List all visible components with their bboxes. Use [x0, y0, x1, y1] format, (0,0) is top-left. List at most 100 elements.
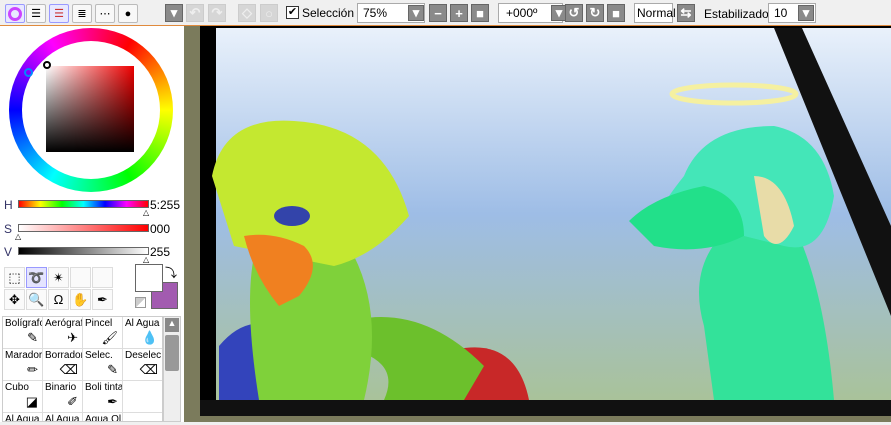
saturation-value: 000 — [150, 222, 171, 236]
value-slider-handle[interactable]: △ — [143, 255, 149, 264]
rgb-slider-tab[interactable]: ☰ — [26, 4, 46, 23]
move-tool[interactable]: ✥ — [4, 289, 25, 310]
brush-label: Bolígrafo — [5, 318, 43, 329]
brush-grid: Bolígrafo✎Aerógrafo✈Pincel🖌Al Agua💧Marad… — [2, 316, 163, 422]
brush-label: Pincel — [85, 318, 113, 329]
eraser-icon: ⌫ — [59, 362, 78, 377]
rotation-reset-button[interactable]: ■ — [607, 4, 625, 22]
select-pen-icon: ✎ — [107, 362, 118, 377]
brush-label: Al Agua — [125, 318, 160, 329]
brush-item[interactable]: Selec. ✎ — [83, 349, 123, 381]
brush-item[interactable]: Marador ✏ — [3, 349, 43, 381]
ink-pen-icon: ✒ — [107, 394, 118, 409]
brush-label: Borrador — [45, 350, 83, 361]
saturation-slider-handle[interactable]: △ — [15, 232, 21, 241]
brush-item[interactable]: Al Agua — [43, 413, 83, 422]
brush-item[interactable]: Al Agua — [3, 413, 43, 422]
brush-label: Deselec. — [125, 350, 163, 361]
brush-item[interactable]: Deselec. ⌫ — [123, 349, 163, 381]
undo-button[interactable]: ↶ — [186, 4, 204, 22]
brush-item[interactable]: Bolígrafo ✎ — [3, 317, 43, 349]
brush-label: Al Agua — [5, 414, 40, 422]
binary-pen-icon: ✐ — [67, 394, 78, 409]
brush-item[interactable]: Boli tinta ✒ — [83, 381, 123, 413]
eyedropper-tool[interactable]: ✒ — [92, 289, 113, 310]
zoom-in-button[interactable]: + — [450, 4, 468, 22]
brush-label: Boli tinta — [85, 382, 123, 393]
selection-label: Selección — [302, 6, 355, 20]
zoom-out-button[interactable]: − — [429, 4, 447, 22]
brush-label: Selec. — [85, 350, 113, 361]
artwork-canvas[interactable] — [184, 26, 891, 422]
scratchpad-tab[interactable]: ● — [118, 4, 138, 23]
brush-scrollbar[interactable]: ▲ — [163, 316, 181, 422]
scroll-up-button[interactable]: ▲ — [165, 318, 179, 332]
lasso-tool[interactable]: ➰ — [26, 267, 47, 288]
hsv-slider-tab[interactable]: ☰ — [49, 4, 69, 23]
hue-cursor[interactable] — [24, 68, 33, 77]
saturation-slider[interactable] — [18, 224, 149, 232]
sv-cursor[interactable] — [43, 61, 51, 69]
zoom-dropdown-icon[interactable]: ▾ — [408, 5, 424, 21]
transparent-color-icon[interactable] — [135, 297, 146, 308]
canvas-area[interactable] — [184, 26, 891, 422]
rotate-left-button[interactable]: ↺ — [565, 4, 583, 22]
saturation-value-square[interactable] — [46, 66, 134, 152]
brush-label: Binario — [45, 382, 77, 393]
bucket-icon: ◪ — [25, 394, 38, 409]
brush-item[interactable]: Pincel 🖌 — [83, 317, 123, 349]
rotate-tool[interactable]: Ω — [48, 289, 69, 310]
brush-label: Al Agua — [45, 414, 80, 422]
zoom-reset-button[interactable]: ■ — [471, 4, 489, 22]
hue-slider-handle[interactable]: △ — [143, 208, 149, 217]
flip-horizontal-button[interactable]: ⇆ — [677, 4, 695, 22]
h-label: H — [4, 198, 13, 212]
primary-color-swatch[interactable] — [135, 264, 163, 292]
brush-item[interactable]: Borrador ⌫ — [43, 349, 83, 381]
v-label: V — [4, 245, 13, 259]
hue-value: 5:255 — [150, 198, 181, 212]
brush-label: Cubo — [5, 382, 29, 393]
magic-wand-tool[interactable]: ✴ — [48, 267, 69, 288]
rect-select-tool[interactable]: ⬚ — [4, 267, 25, 288]
toolbar: ☰ ☰ ≣ ⋯ ● ▾ ↶ ↷ ◇ ○ ✔ Selección 75% ▾ − … — [0, 0, 891, 26]
redo-button[interactable]: ↷ — [208, 4, 226, 22]
brush-item[interactable]: Al Agua 💧 — [123, 317, 162, 349]
brush-item[interactable]: Binario ✐ — [43, 381, 83, 413]
color-wheel-tab[interactable] — [5, 4, 25, 23]
swatch-tab[interactable]: ≣ — [72, 4, 92, 23]
brush-item[interactable]: Aerógrafo✈ — [43, 317, 83, 349]
stabilizer-label: Estabilizador — [704, 7, 773, 21]
stabilizer-dropdown-icon[interactable]: ▾ — [798, 5, 814, 21]
brush-item — [123, 381, 162, 413]
marker-icon: ✏ — [27, 362, 38, 377]
clear-selection-button[interactable]: ◇ — [238, 4, 256, 22]
hand-tool[interactable]: ✋ — [70, 289, 91, 310]
value-slider[interactable] — [18, 247, 149, 255]
empty-tool-slot — [70, 267, 91, 288]
swap-colors-icon[interactable]: ⤵ — [165, 264, 177, 281]
brush-label: Marador — [5, 350, 43, 361]
airbrush-icon: ✈ — [67, 330, 78, 345]
empty-tool-slot — [92, 267, 113, 288]
brush-icon: 🖌 — [101, 330, 118, 345]
watercolor-icon: 💧 — [141, 330, 158, 345]
color-panel: H △ 5:255 S △ 000 V △ 255 ⬚ ➰ ✴ ✥ 🔍 Ω ✋ … — [0, 26, 184, 422]
hue-slider[interactable] — [18, 200, 149, 208]
panel-menu-button[interactable]: ▾ — [165, 4, 183, 22]
brush-item[interactable]: Agua Ol — [83, 413, 123, 422]
s-label: S — [4, 222, 13, 236]
palette-tab[interactable]: ⋯ — [95, 4, 115, 23]
blend-mode-button[interactable]: Normal — [634, 3, 676, 23]
deselect-icon: ⌫ — [139, 362, 158, 377]
value-value: 255 — [150, 245, 171, 259]
invert-selection-button[interactable]: ○ — [260, 4, 278, 22]
brush-label: Aerógrafo — [45, 318, 82, 329]
selection-checkbox[interactable]: ✔ — [286, 6, 299, 19]
zoom-tool[interactable]: 🔍 — [26, 289, 47, 310]
brush-item[interactable]: Cubo ◪ — [3, 381, 43, 413]
rotate-right-button[interactable]: ↻ — [586, 4, 604, 22]
pen-icon: ✎ — [27, 330, 38, 345]
scrollbar-thumb[interactable] — [165, 335, 179, 371]
brush-label: Agua Ol — [85, 414, 122, 422]
